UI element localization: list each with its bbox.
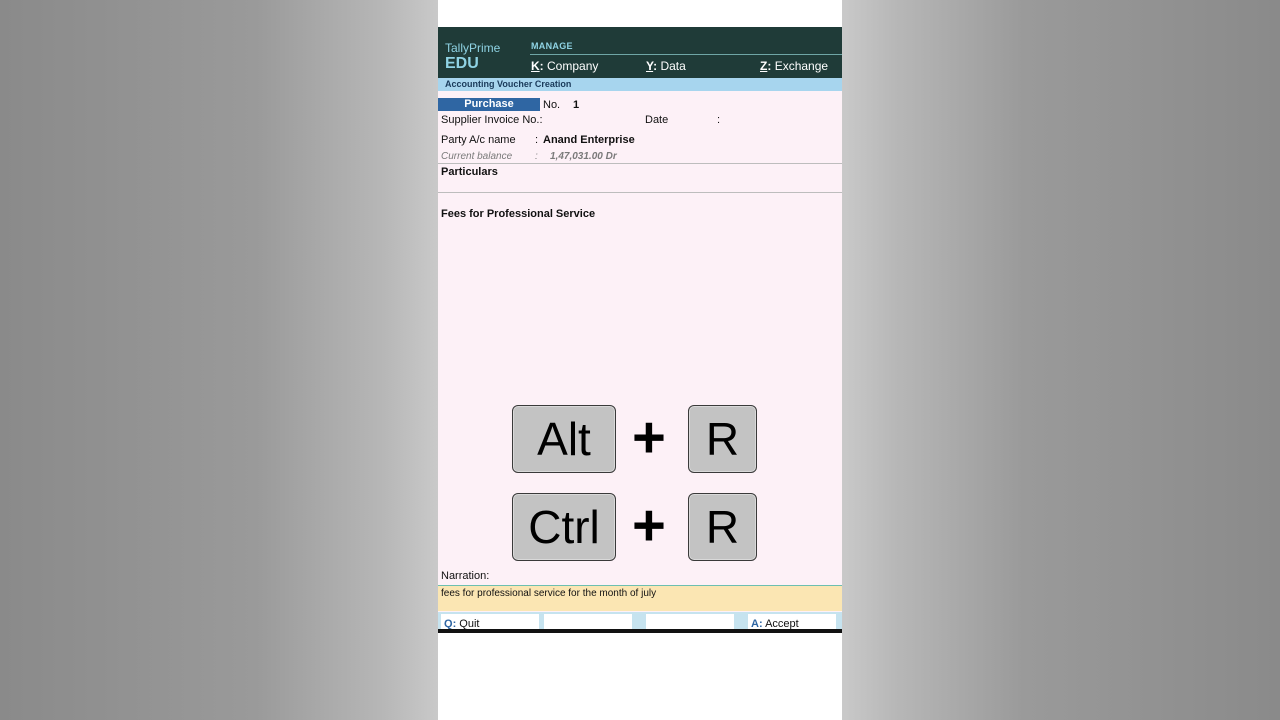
narration-label: Narration: <box>441 570 490 582</box>
brand-name: TallyPrime <box>445 41 501 55</box>
party-name-field[interactable]: Anand Enterprise <box>543 134 635 146</box>
screen-title-bar: Accounting Voucher Creation <box>438 78 842 91</box>
brand-edition: EDU <box>445 55 479 72</box>
plus-sign: + <box>632 493 666 558</box>
menu-data-label: Data <box>660 59 686 73</box>
menu-exchange[interactable]: Z: Exchange <box>760 59 828 73</box>
menu-data[interactable]: Y: Data <box>646 59 686 73</box>
manage-label: MANAGE <box>531 41 573 51</box>
particulars-header: Particulars <box>441 166 498 178</box>
narration-text: fees for professional service for the mo… <box>441 588 657 599</box>
top-bar: TallyPrime EDU MANAGE K: Company Y: Data… <box>438 27 842 78</box>
particular-item[interactable]: Fees for Professional Service <box>441 208 595 220</box>
supplier-invoice-label: Supplier Invoice No.: <box>441 114 543 126</box>
narration-field[interactable]: fees for professional service for the mo… <box>438 585 842 611</box>
divider-top <box>438 163 842 164</box>
video-frame: TallyPrime EDU MANAGE K: Company Y: Data… <box>438 0 842 720</box>
menu-exchange-label: Exchange <box>774 59 829 73</box>
menu-company-key: K <box>531 59 540 73</box>
r-key: R <box>688 405 757 473</box>
voucher-type[interactable]: Purchase <box>438 98 540 111</box>
tally-window: TallyPrime EDU MANAGE K: Company Y: Data… <box>438 27 842 633</box>
plus-sign: + <box>632 405 666 470</box>
menu-company-label: Company <box>547 59 599 73</box>
voucher-no-label: No. <box>543 99 561 111</box>
alt-key: Alt <box>512 405 616 473</box>
date-label: Date <box>645 114 669 126</box>
party-label: Party A/c name <box>441 134 516 146</box>
voucher-no-value: 1 <box>573 99 580 111</box>
current-balance-separator: : <box>535 151 538 162</box>
screen-title: Accounting Voucher Creation <box>445 79 572 89</box>
divider-particulars <box>438 192 842 193</box>
menu-divider <box>530 54 842 55</box>
party-separator: : <box>535 134 539 146</box>
current-balance-label: Current balance <box>441 151 513 162</box>
r-key: R <box>688 493 757 561</box>
current-balance-value: 1,47,031.00 Dr <box>550 151 617 162</box>
bottom-border <box>438 629 842 633</box>
date-separator: : <box>717 114 721 126</box>
menu-company[interactable]: K: Company <box>531 59 598 73</box>
ctrl-key: Ctrl <box>512 493 616 561</box>
